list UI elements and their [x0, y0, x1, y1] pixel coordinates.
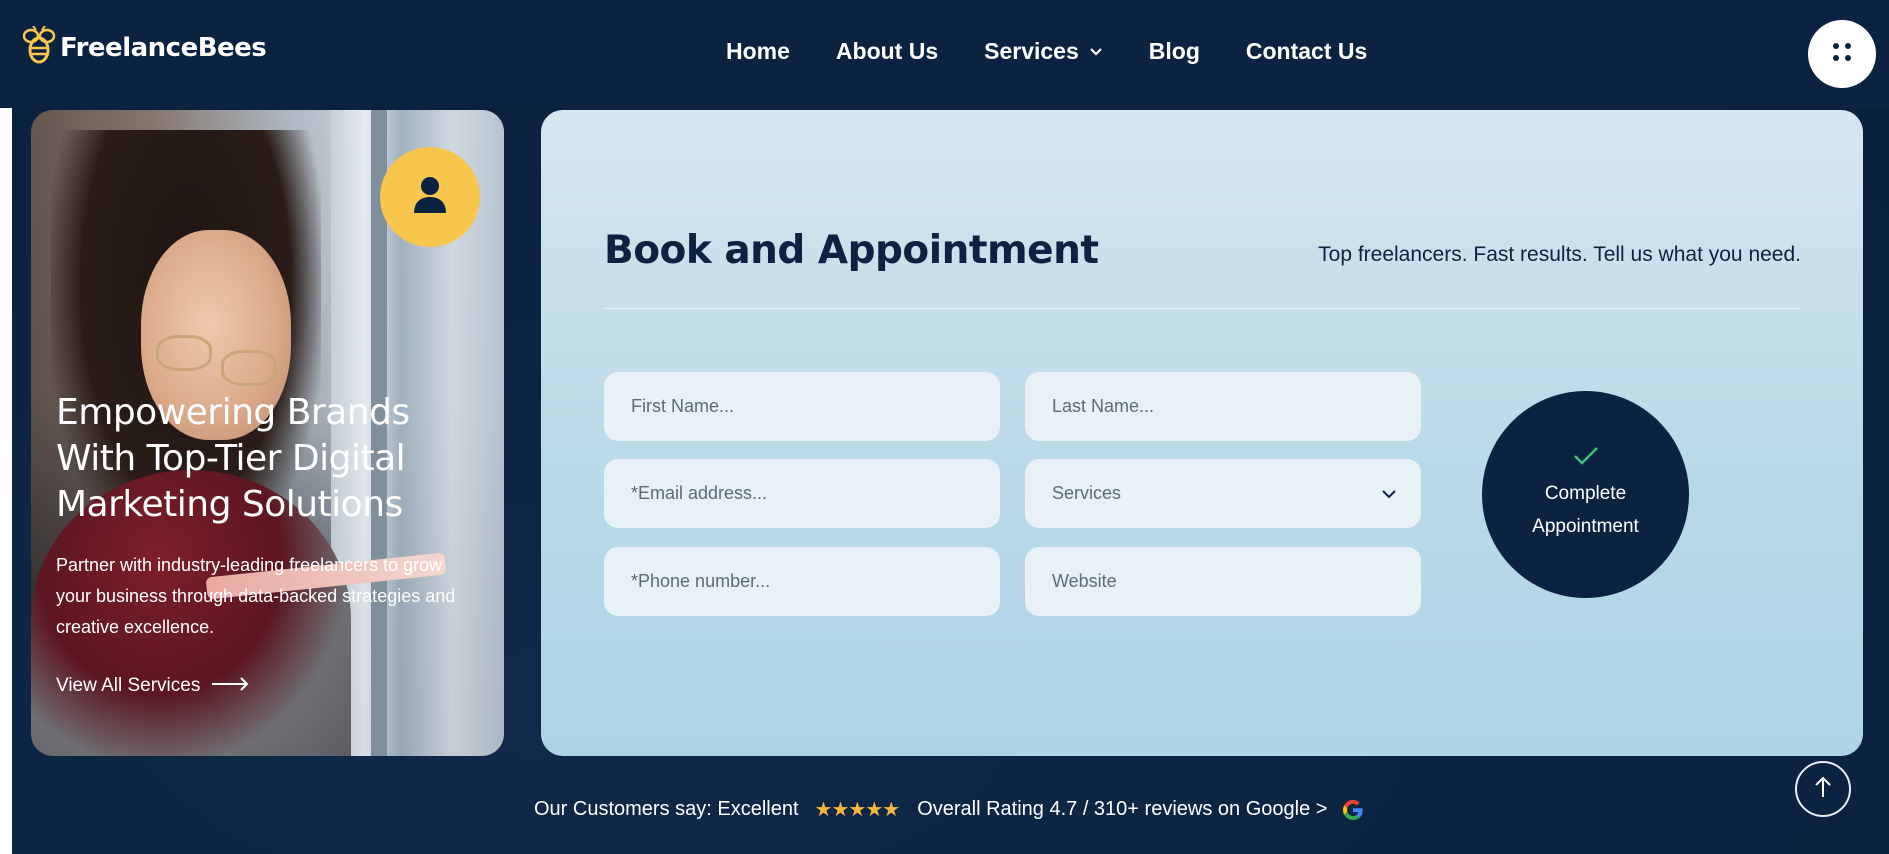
nav-label: About Us: [835, 38, 939, 64]
hero-description: Partner with industry-leading freelancer…: [56, 555, 456, 637]
reviews-link[interactable]: Overall Rating 4.7 / 310+ reviews on Goo…: [917, 798, 1327, 821]
dots-grid-icon: [1829, 39, 1855, 70]
user-avatar: [380, 147, 480, 247]
nav-item-about-us[interactable]: About Us: [836, 38, 938, 65]
nav-item-contact-us[interactable]: Contact Us: [1246, 38, 1367, 65]
menu-button[interactable]: [1808, 20, 1876, 88]
nav-label: Blog: [1148, 38, 1200, 64]
logo[interactable]: FreelanceBees: [22, 24, 267, 71]
complete-appointment-button[interactable]: Complete Appointment: [1482, 391, 1689, 598]
link-label: View All Services: [56, 675, 201, 696]
first-name-field[interactable]: First Name...: [604, 372, 1000, 441]
email-placeholder: *Email address...: [631, 483, 768, 503]
logo-text: FreelanceBees: [60, 33, 267, 63]
site-header: FreelanceBees Home About Us Services Blo…: [0, 0, 1889, 108]
nav-item-blog[interactable]: Blog: [1149, 38, 1200, 65]
phone-placeholder: *Phone number...: [631, 571, 771, 591]
last-name-field[interactable]: Last Name...: [1025, 372, 1421, 441]
google-icon: [1341, 798, 1365, 822]
divider: [604, 308, 1801, 309]
reviews-prefix: Our Customers say: Excellent: [534, 798, 799, 820]
user-icon: [412, 175, 448, 220]
arrow-right-icon: [200, 675, 250, 697]
form-title: Book and Appointment: [604, 228, 1099, 273]
phone-field[interactable]: *Phone number...: [604, 547, 1000, 616]
hero-title: Empowering Brands With Top-Tier Digital …: [56, 392, 410, 525]
chevron-down-icon: [1089, 47, 1103, 57]
nav-item-services[interactable]: Services: [984, 38, 1103, 65]
nav-label: Home: [726, 38, 790, 64]
hero-photo-glasses: [221, 350, 277, 386]
arrow-up-icon: [1814, 775, 1832, 804]
scroll-to-top-button[interactable]: [1795, 761, 1851, 817]
hero-photo-glasses: [156, 335, 212, 371]
last-name-placeholder: Last Name...: [1052, 396, 1155, 416]
email-field[interactable]: *Email address...: [604, 459, 1000, 528]
star-rating: ★★★★★: [814, 799, 901, 821]
main-nav: Home About Us Services Blog Contact Us: [726, 38, 1367, 65]
reviews-bar: Our Customers say: Excellent ★★★★★ Overa…: [534, 797, 1365, 822]
view-all-services-link[interactable]: View All Services: [56, 675, 250, 697]
form-tagline: Top freelancers. Fast results. Tell us w…: [1318, 243, 1801, 266]
hero-card: Empowering Brands With Top-Tier Digital …: [31, 110, 504, 756]
services-select[interactable]: Services: [1025, 459, 1421, 528]
submit-line-2: Appointment: [1532, 516, 1639, 537]
nav-label: Services: [984, 38, 1079, 64]
bee-icon: [22, 24, 56, 71]
nav-label: Contact Us: [1245, 38, 1368, 64]
website-field[interactable]: Website: [1025, 547, 1421, 616]
submit-label: Complete Appointment: [1532, 477, 1639, 543]
chevron-down-icon: [1381, 483, 1397, 504]
first-name-placeholder: First Name...: [631, 396, 735, 416]
check-icon: [1573, 446, 1599, 471]
submit-line-1: Complete: [1544, 483, 1627, 504]
services-value: Services: [1052, 483, 1122, 503]
website-placeholder: Website: [1052, 571, 1117, 591]
appointment-form-card: Book and Appointment Top freelancers. Fa…: [541, 110, 1863, 756]
nav-item-home[interactable]: Home: [726, 38, 790, 65]
